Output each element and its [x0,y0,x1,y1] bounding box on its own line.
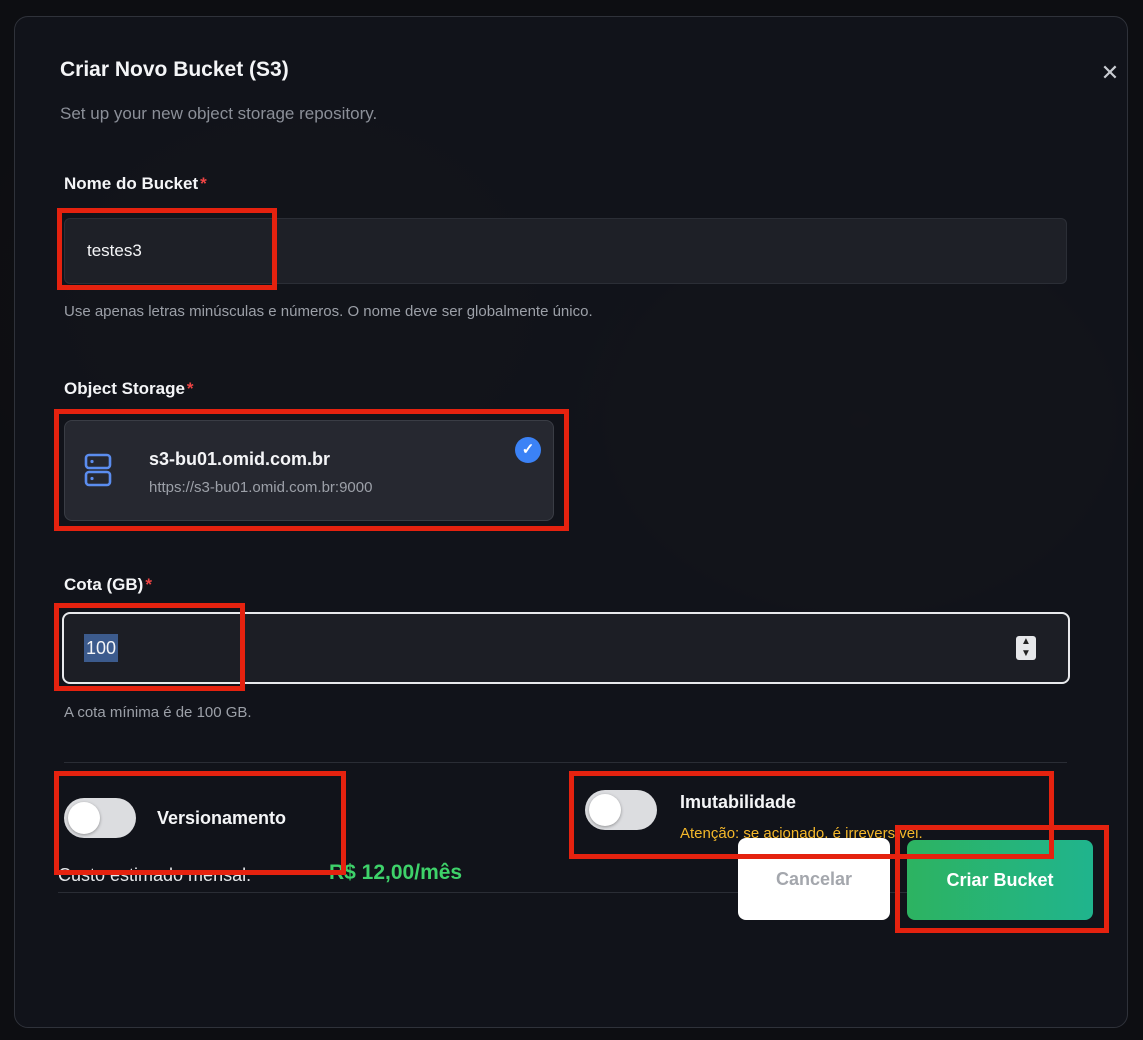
bucket-name-label: Nome do Bucket * [64,174,207,194]
create-bucket-button[interactable]: Criar Bucket [907,840,1093,920]
bucket-name-help: Use apenas letras minúsculas e números. … [64,303,593,320]
cancel-button[interactable]: Cancelar [738,838,890,920]
required-mark: * [186,379,194,398]
quota-value: 100 [84,634,119,662]
quota-input[interactable]: 100 ▲ ▼ [62,612,1070,684]
versioning-toggle[interactable] [64,798,136,838]
check-circle-icon: ✓ [515,437,541,463]
required-mark: * [145,575,152,594]
cost-label: Custo estimado mensal: [58,865,252,885]
immutability-toggle[interactable] [585,790,657,830]
quota-label: Cota (GB) * [64,575,152,595]
toggle-knob [589,794,621,826]
quota-help: A cota mínima é de 100 GB. [64,704,252,721]
bucket-name-input[interactable]: testes3 [64,218,1067,284]
versioning-label: Versionamento [157,808,287,828]
dialog-subtitle: Set up your new object storage repositor… [60,104,378,123]
immutability-label: Imutabilidade [680,792,797,812]
server-icon [84,453,112,487]
dialog-title: Criar Novo Bucket (S3) [60,58,289,81]
stepper-arrows-icon[interactable]: ▲ ▼ [1016,636,1036,660]
required-mark: * [200,174,207,193]
close-icon[interactable]: ✕ [1098,61,1122,85]
object-storage-label: Object Storage * [64,379,194,399]
storage-url: https://s3-bu01.omid.com.br:9000 [149,479,373,496]
object-storage-option[interactable]: s3-bu01.omid.com.br https://s3-bu01.omid… [64,420,554,521]
cost-value: R$ 12,00/mês [329,861,463,884]
object-storage-label-text: Object Storage [64,379,185,398]
storage-name: s3-bu01.omid.com.br [149,449,331,469]
quota-label-text: Cota (GB) [64,575,144,594]
bucket-name-label-text: Nome do Bucket [64,174,199,193]
toggle-knob [68,802,100,834]
section-divider [64,762,1067,763]
